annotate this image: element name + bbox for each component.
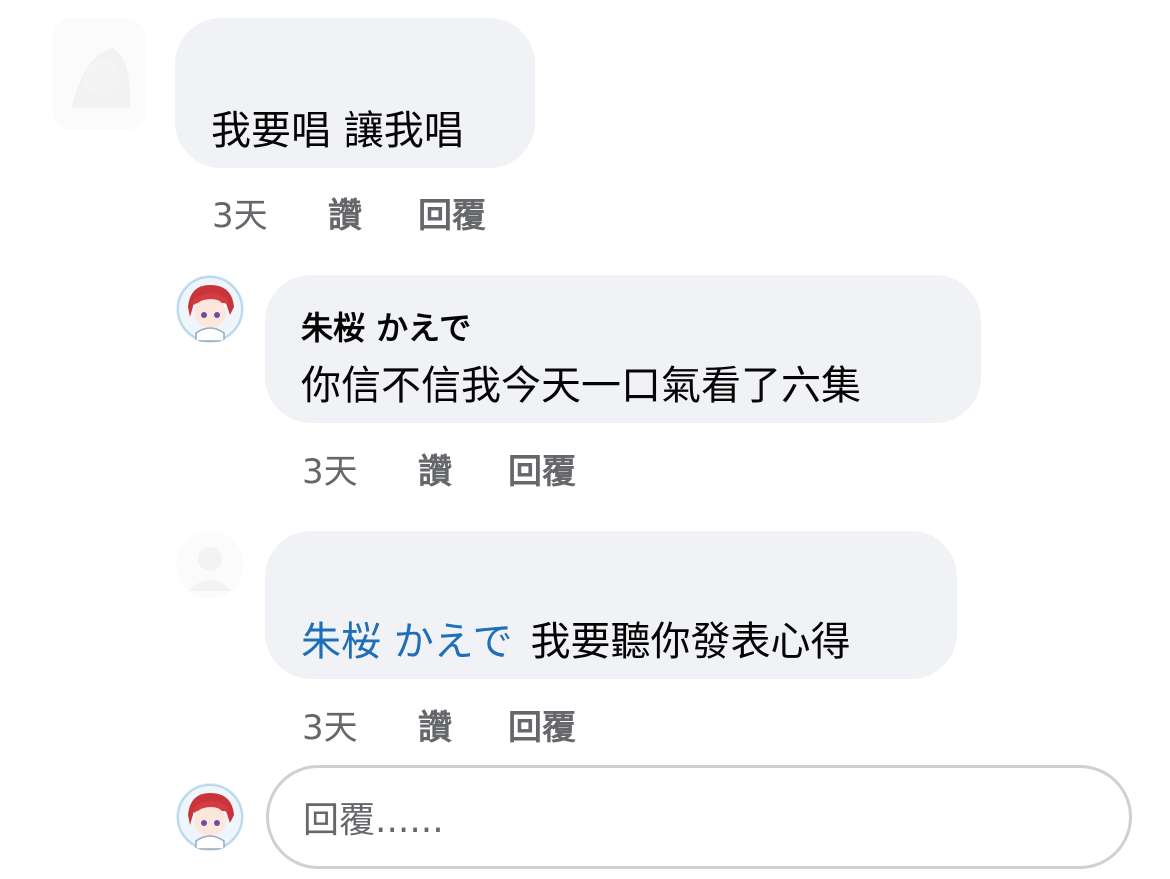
comment-2-author[interactable]: 朱桜 かえで <box>301 303 471 349</box>
comment-2-reply-button[interactable]: 回覆 <box>508 444 576 493</box>
current-user-avatar[interactable] <box>176 783 244 851</box>
comment-3-avatar[interactable] <box>176 531 244 599</box>
avatar-placeholder-icon <box>52 18 146 130</box>
comment-2-like-button[interactable]: 讚 <box>418 444 508 493</box>
comment-3-like-button[interactable]: 讚 <box>418 700 508 749</box>
anime-avatar-icon <box>176 783 244 851</box>
reply-input[interactable]: 回覆...... <box>266 765 1132 869</box>
comment-1-actions: 3天 讚 回覆 <box>212 188 486 237</box>
comment-2-time: 3天 <box>302 452 358 492</box>
comment-3-bubble: 朱桜 かえで 我要聽你發表心得 <box>265 531 957 679</box>
comment-1-text: 我要唱 讓我唱 <box>211 108 464 154</box>
comment-3-body: 我要聽你發表心得 <box>530 619 851 665</box>
comment-1-like-button[interactable]: 讚 <box>328 188 418 237</box>
comment-1-bubble: 我要唱 讓我唱 <box>175 18 535 168</box>
comment-2-avatar[interactable] <box>176 275 244 343</box>
avatar-placeholder-icon <box>176 531 244 599</box>
comment-3-mention[interactable]: 朱桜 かえで <box>301 619 513 665</box>
comment-1-avatar[interactable] <box>52 18 146 130</box>
comment-2-text: 你信不信我今天一口氣看了六集 <box>301 363 861 409</box>
comment-3-time: 3天 <box>302 708 358 748</box>
comment-3-reply-button[interactable]: 回覆 <box>508 700 576 749</box>
comment-3-actions: 3天 讚 回覆 <box>302 700 576 749</box>
anime-avatar-icon <box>176 275 244 343</box>
comment-2-actions: 3天 讚 回覆 <box>302 444 576 493</box>
comment-3-text: 朱桜 かえで 我要聽你發表心得 <box>301 609 851 667</box>
comment-1-time: 3天 <box>212 196 268 236</box>
reply-input-placeholder: 回覆...... <box>303 800 444 841</box>
comment-1-reply-button[interactable]: 回覆 <box>418 188 486 237</box>
comment-2-bubble: 朱桜 かえで 你信不信我今天一口氣看了六集 <box>265 275 981 423</box>
